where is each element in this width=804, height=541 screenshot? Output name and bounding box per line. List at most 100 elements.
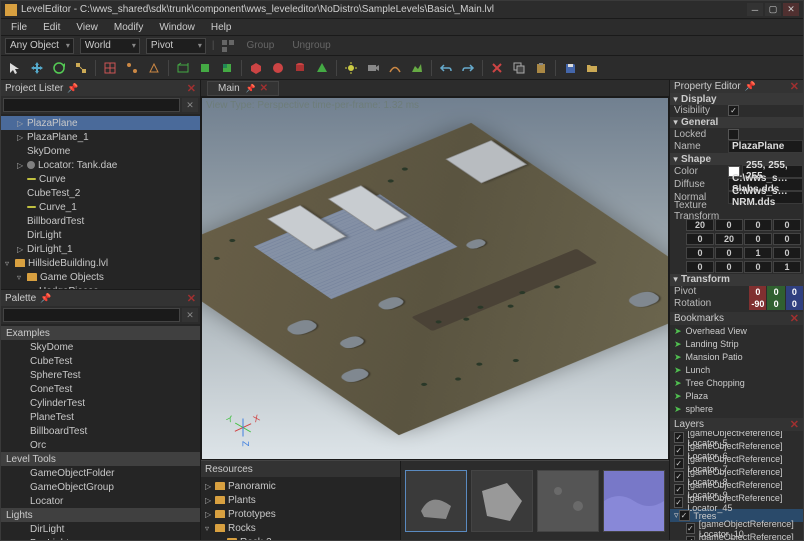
tree-node[interactable]: ▷PlazaPlane_1 [1, 130, 200, 144]
palette-item[interactable]: GameObjectFolder [1, 466, 200, 480]
matrix-cell[interactable]: 0 [715, 219, 743, 231]
layer-item[interactable]: ✓[gameObjectReference] Locator_11 [670, 535, 803, 540]
pin-icon[interactable]: 📌 [67, 83, 78, 94]
bookmark-item[interactable]: ➤sphere [670, 403, 803, 416]
viewport-3d[interactable]: View Type: Perspective time-per-frame: 1… [201, 97, 669, 460]
bookmark-item[interactable]: ➤Overhead View [670, 325, 803, 338]
matrix-cell[interactable]: 1 [773, 261, 801, 273]
space-dropdown[interactable]: World [80, 38, 140, 54]
matrix-cell[interactable]: 0 [773, 247, 801, 259]
cube-icon[interactable] [246, 58, 266, 78]
bookmark-item[interactable]: ➤Plaza [670, 390, 803, 403]
matrix-cell[interactable]: 0 [686, 261, 714, 273]
axis-gizmo[interactable] [214, 407, 254, 447]
copy-icon[interactable] [509, 58, 529, 78]
cone-icon[interactable] [312, 58, 332, 78]
matrix-cell[interactable]: 1 [744, 247, 772, 259]
bookmark-item[interactable]: ➤Mansion Patio [670, 351, 803, 364]
palette-search-input[interactable] [3, 308, 180, 322]
move-tool-icon[interactable] [27, 58, 47, 78]
snap-vertex-icon[interactable] [122, 58, 142, 78]
group-icon[interactable] [221, 39, 235, 53]
close-panel-icon[interactable]: ✕ [187, 82, 196, 95]
thumbnail[interactable] [603, 470, 665, 532]
palette-group-header[interactable]: Lights [1, 508, 200, 522]
sphere-icon[interactable] [268, 58, 288, 78]
palette-tree[interactable]: ExamplesSkyDomeCubeTestSphereTestConeTes… [1, 324, 200, 540]
thumbnail[interactable] [537, 470, 599, 532]
close-panel-icon[interactable]: ✕ [187, 292, 196, 305]
tree-node[interactable]: ▷PlazaPlane [1, 116, 200, 130]
close-button[interactable]: ✕ [783, 3, 799, 16]
menu-edit[interactable]: Edit [35, 22, 68, 33]
palette-group-header[interactable]: Examples [1, 326, 200, 340]
palette-item[interactable]: SphereTest [1, 368, 200, 382]
redo-icon[interactable] [458, 58, 478, 78]
bookmark-item[interactable]: ➤Landing Strip [670, 338, 803, 351]
property-editor-header[interactable]: Property Editor 📌 ✕ [670, 80, 803, 93]
menu-modify[interactable]: Modify [106, 22, 151, 33]
matrix-cell[interactable]: 20 [686, 219, 714, 231]
snap-grid-icon[interactable] [100, 58, 120, 78]
project-tree[interactable]: ▷PlazaPlane▷PlazaPlane_1SkyDome▷Locator:… [1, 114, 200, 289]
cylinder-icon[interactable] [290, 58, 310, 78]
thumbnail[interactable] [471, 470, 533, 532]
project-lister-header[interactable]: Project Lister 📌 ✕ [1, 80, 200, 96]
resource-node[interactable]: ▷Plants [201, 493, 400, 507]
pin-icon[interactable]: 📌 [40, 293, 51, 304]
palette-item[interactable]: Orc [1, 438, 200, 452]
tree-node[interactable]: SkyDome [1, 144, 200, 158]
rot-z[interactable]: 0 [786, 298, 803, 310]
palette-item[interactable]: PlaneTest [1, 410, 200, 424]
close-panel-icon[interactable]: ✕ [790, 80, 799, 93]
matrix-cell[interactable]: 20 [715, 233, 743, 245]
matrix-cell[interactable]: 0 [773, 233, 801, 245]
matrix-cell[interactable]: 0 [686, 233, 714, 245]
bookmarks-header[interactable]: Bookmarks✕ [670, 312, 803, 325]
rotate-tool-icon[interactable] [49, 58, 69, 78]
tree-node[interactable]: Curve_1 [1, 200, 200, 214]
layer-item[interactable]: ✓[gameObjectReference] Locator_45 [670, 496, 803, 509]
thumbnail[interactable] [405, 470, 467, 532]
palette-item[interactable]: BillboardTest [1, 424, 200, 438]
rot-x[interactable]: -90 [749, 298, 766, 310]
resources-tree[interactable]: ▷Panoramic▷Plants▷Prototypes▿RocksRock-3… [201, 477, 400, 540]
section-display[interactable]: Display [670, 93, 803, 105]
pivot-z[interactable]: 0 [786, 286, 803, 298]
menu-file[interactable]: File [3, 22, 35, 33]
palette-item[interactable]: CubeTest [1, 354, 200, 368]
open-icon[interactable] [582, 58, 602, 78]
scale-tool-icon[interactable] [71, 58, 91, 78]
layers-header[interactable]: Layers✕ [670, 418, 803, 431]
resource-node[interactable]: ▷Panoramic [201, 479, 400, 493]
tree-node[interactable]: ▿HillsideBuilding.lvl [1, 256, 200, 270]
tab-main[interactable]: Main 📌 ✕ [207, 81, 279, 96]
curve-icon[interactable] [385, 58, 405, 78]
tree-node[interactable]: BillboardTest [1, 214, 200, 228]
palette-item[interactable]: CylinderTest [1, 396, 200, 410]
bookmark-item[interactable]: ➤Lunch [670, 364, 803, 377]
textured-icon[interactable] [217, 58, 237, 78]
matrix-cell[interactable]: 0 [744, 261, 772, 273]
resource-node[interactable]: ▿Rocks [201, 521, 400, 535]
tree-node[interactable]: ▷DirLight_1 [1, 242, 200, 256]
search-clear-icon[interactable]: ✕ [182, 308, 198, 322]
palette-item[interactable]: SkyDome [1, 340, 200, 354]
menu-help[interactable]: Help [203, 22, 240, 33]
resource-node[interactable]: ▷Prototypes [201, 507, 400, 521]
select-tool-icon[interactable] [5, 58, 25, 78]
tree-node[interactable]: ▷Locator: Tank.dae [1, 158, 200, 172]
light-icon[interactable] [341, 58, 361, 78]
section-transform[interactable]: Transform [670, 274, 803, 286]
delete-icon[interactable] [487, 58, 507, 78]
object-filter-dropdown[interactable]: Any Object [5, 38, 74, 54]
menu-window[interactable]: Window [151, 22, 203, 33]
wireframe-icon[interactable] [173, 58, 193, 78]
close-panel-icon[interactable]: ✕ [790, 312, 799, 325]
pin-icon[interactable]: 📌 [246, 84, 256, 93]
rot-y[interactable]: 0 [767, 298, 784, 310]
matrix-cell[interactable]: 0 [686, 247, 714, 259]
close-tab-icon[interactable]: ✕ [260, 83, 268, 94]
palette-item[interactable]: DirLight [1, 522, 200, 536]
palette-item[interactable]: ConeTest [1, 382, 200, 396]
